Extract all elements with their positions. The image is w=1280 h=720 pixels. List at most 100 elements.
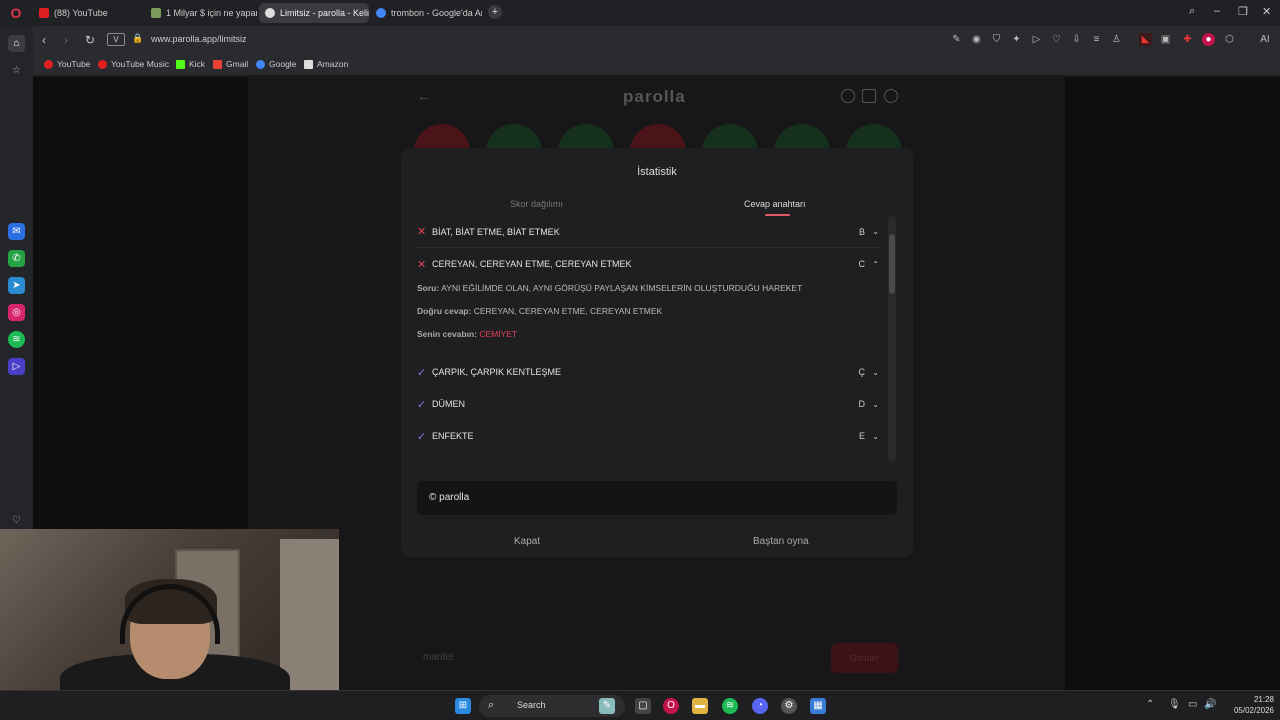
youtube-icon xyxy=(44,59,53,69)
maximize-button[interactable]: ❐ xyxy=(1238,5,1248,18)
v-badge[interactable]: V xyxy=(107,33,125,46)
app-title: parolla xyxy=(623,87,686,106)
close-button[interactable]: Kapat xyxy=(514,536,540,547)
ext-tag-icon[interactable]: ▣ xyxy=(1159,33,1172,46)
settings-icon[interactable]: ⚙ xyxy=(781,698,797,714)
search-tabs-icon[interactable]: ⌕ xyxy=(1189,5,1195,18)
gmail-icon xyxy=(213,59,222,69)
video-thumb-icon xyxy=(151,8,161,18)
ext-red-icon[interactable]: ◣ xyxy=(1139,33,1152,46)
amazon-icon xyxy=(304,59,313,69)
bookmark-gmail[interactable]: Gmail xyxy=(213,59,248,69)
extensions-icon[interactable]: ✦ xyxy=(1010,33,1023,46)
play-icon[interactable]: ▷ xyxy=(1030,33,1043,46)
list-item[interactable]: ✓ ENFEKTE E ⌄ xyxy=(415,420,879,452)
dialog-title: İstatistik xyxy=(637,166,677,178)
menu-icon[interactable]: ≡ xyxy=(1090,33,1103,46)
start-icon[interactable]: ⊞ xyxy=(455,698,471,714)
calculator-icon[interactable]: ▦ xyxy=(810,698,826,714)
question-line: Soru: AYNI EĞİLİMDE OLAN, AYNI GÖRÜŞÜ PA… xyxy=(417,283,803,293)
answer-key-list: ✕ BİAT, BİAT ETME, BİAT ETMEK B ⌄ ✕ CERE… xyxy=(415,216,893,461)
ext-cube-icon[interactable]: ⬡ xyxy=(1223,33,1236,46)
home-icon[interactable]: ⌂ xyxy=(8,35,25,52)
reload-button[interactable]: ↻ xyxy=(85,33,95,47)
youtube-music-icon xyxy=(98,59,107,69)
bookmark-google[interactable]: Google xyxy=(256,59,296,69)
task-view-icon[interactable]: ▢ xyxy=(635,698,651,714)
spotify-icon[interactable]: ≋ xyxy=(8,331,25,348)
opera-logo-icon[interactable]: O xyxy=(6,4,26,22)
new-tab-button[interactable]: + xyxy=(488,5,502,19)
instagram-icon[interactable]: ◎ xyxy=(8,304,25,321)
heart-icon[interactable]: ♡ xyxy=(1050,33,1063,46)
opera-icon[interactable]: O xyxy=(663,698,679,714)
close-window-button[interactable]: ✕ xyxy=(1262,5,1271,18)
chevron-down-icon: ⌄ xyxy=(872,227,879,236)
cross-icon: ✕ xyxy=(417,258,427,271)
ext-puzzle-icon[interactable]: ✚ xyxy=(1181,33,1194,46)
windows-taskbar: ⊞ ⌕ Search ✎ ▢ O ▬ ≋ ◔ ⚙ ▦ ⌃ 🎙 ▭ 🔊 21:28… xyxy=(0,690,1280,720)
tab-score-distribution[interactable]: Skor dağılımı xyxy=(510,199,563,209)
tab-parolla[interactable]: Limitsiz - parolla - Kelime xyxy=(259,3,369,23)
webcam-overlay xyxy=(0,529,339,690)
address-bar: ‹ › ↻ V 🔒 www.parolla.app/limitsiz ✎ ◉ ⛉… xyxy=(0,26,1280,54)
star-icon[interactable]: ☆ xyxy=(8,62,25,79)
tab-video[interactable]: 1 Milyar $ için ne yaparsın xyxy=(145,3,257,23)
restart-button[interactable]: Baştan oyna xyxy=(753,536,809,547)
file-explorer-icon[interactable]: ▬ xyxy=(692,698,708,714)
tab-youtube[interactable]: (88) YouTube xyxy=(33,3,143,23)
shield-icon[interactable]: ⛉ xyxy=(990,33,1003,46)
back-button[interactable]: ‹ xyxy=(42,33,46,47)
ext-ublock-icon[interactable]: ● xyxy=(1202,33,1215,46)
statistics-dialog: İstatistik Skor dağılımı Cevap anahtarı … xyxy=(401,148,913,557)
whatsapp-icon[interactable]: ✆ xyxy=(8,250,25,267)
volume-icon[interactable]: 🔊 xyxy=(1204,699,1216,710)
discord-icon[interactable]: ◔ xyxy=(752,698,768,714)
submit-button[interactable]: Gönder xyxy=(831,643,898,673)
heart-icon[interactable]: ♡ xyxy=(8,512,25,529)
chevron-down-icon: ⌄ xyxy=(872,431,879,441)
share-box[interactable]: © parolla xyxy=(417,481,897,515)
list-item[interactable]: ✕ BİAT, BİAT ETME, BİAT ETMEK B ⌄ xyxy=(415,216,879,248)
profile-icon[interactable] xyxy=(884,89,898,103)
scrollbar[interactable] xyxy=(888,216,896,461)
account-icon[interactable]: ♙ xyxy=(1110,33,1123,46)
bookmark-amazon[interactable]: Amazon xyxy=(304,59,348,69)
ai-button[interactable]: AI xyxy=(1254,33,1276,46)
check-icon: ✓ xyxy=(417,398,427,411)
forward-button[interactable]: › xyxy=(64,33,68,47)
browser-tab-bar: O (88) YouTube 1 Milyar $ için ne yapars… xyxy=(0,0,1280,26)
clock[interactable]: 21:28 05/02/2026 xyxy=(1222,694,1274,716)
search-icon: ⌕ xyxy=(488,699,495,711)
list-item[interactable]: ✓ DÜMEN D ⌄ xyxy=(415,388,879,420)
edit-icon[interactable]: ✎ xyxy=(950,33,963,46)
telegram-icon[interactable]: ➤ xyxy=(8,277,25,294)
download-icon[interactable]: ⇩ xyxy=(1070,33,1083,46)
lock-icon[interactable]: 🔒 xyxy=(132,33,143,44)
back-arrow-icon[interactable]: ← xyxy=(417,88,431,104)
url-field[interactable]: www.parolla.app/limitsiz xyxy=(151,34,247,44)
correct-answer-line: Doğru cevap: CEREYAN, CEREYAN ETME, CERE… xyxy=(417,306,663,316)
spotify-icon[interactable]: ≋ xyxy=(722,698,738,714)
chevron-down-icon: ⌄ xyxy=(872,399,879,409)
info-icon[interactable] xyxy=(841,89,855,103)
widget-icon[interactable]: ✎ xyxy=(599,698,615,714)
bookmark-youtube[interactable]: YouTube xyxy=(44,59,90,69)
microphone-icon[interactable]: 🎙 xyxy=(1168,699,1181,710)
player-icon[interactable]: ▷ xyxy=(8,358,25,375)
tab-google-search[interactable]: trombon - Google'da Ara xyxy=(370,3,482,23)
camera-icon[interactable]: ◉ xyxy=(970,33,983,46)
network-icon[interactable]: ▭ xyxy=(1188,699,1197,710)
your-answer-line: Senin cevabın: CEMİYET xyxy=(417,329,518,339)
messenger-icon[interactable]: ✉ xyxy=(8,223,25,240)
tab-answer-key[interactable]: Cevap anahtarı xyxy=(744,199,806,209)
stats-icon[interactable] xyxy=(862,89,876,103)
bookmark-kick[interactable]: Kick xyxy=(176,59,205,69)
bookmark-youtube-music[interactable]: YouTube Music xyxy=(98,59,169,69)
answer-input[interactable]: marifet xyxy=(415,643,815,673)
tray-overflow-icon[interactable]: ⌃ xyxy=(1146,699,1154,710)
minimize-button[interactable]: – xyxy=(1214,5,1220,17)
list-item[interactable]: ✓ ÇARPIK, ÇARPIK KENTLEŞME Ç ⌄ xyxy=(415,356,879,388)
list-item[interactable]: ✕ CEREYAN, CEREYAN ETME, CEREYAN ETMEK C… xyxy=(415,248,879,280)
scrollbar-thumb[interactable] xyxy=(889,234,895,294)
